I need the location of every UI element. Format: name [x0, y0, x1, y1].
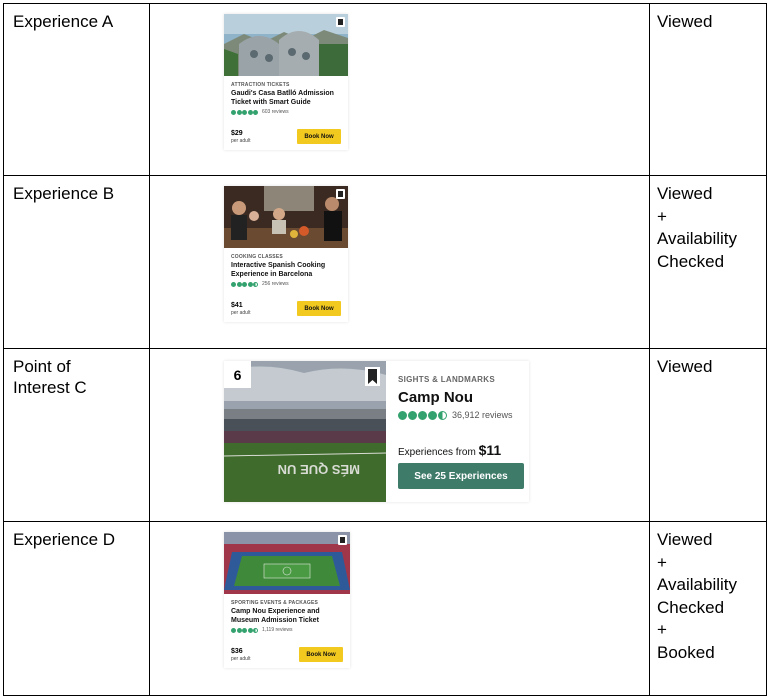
table-row: Experience B COOKING CLASSES Interactive… — [3, 175, 767, 349]
card-title[interactable]: Camp Nou Experience and Museum Admission… — [231, 608, 343, 625]
card-rating: 603 reviews — [231, 109, 341, 115]
experience-card[interactable]: COOKING CLASSES Interactive Spanish Cook… — [224, 186, 348, 322]
poi-photo[interactable]: MÉS QUE UN 6 — [224, 361, 386, 502]
card-category: SPORTING EVENTS & PACKAGES — [231, 600, 319, 606]
card-cell: ATTRACTION TICKETS Gaudi's Casa Batlló A… — [149, 3, 650, 176]
experience-card[interactable]: ATTRACTION TICKETS Gaudi's Casa Batlló A… — [224, 14, 348, 150]
status-line: Viewed — [657, 530, 713, 549]
rank-badge: 6 — [224, 361, 251, 388]
price-unit: per adult — [231, 310, 251, 316]
book-now-button[interactable]: Book Now — [297, 301, 341, 316]
status-line: Viewed — [657, 357, 713, 376]
price-unit: per adult — [231, 656, 251, 662]
book-now-button[interactable]: Book Now — [299, 647, 343, 662]
status-line: + — [657, 206, 667, 226]
status-cell: Viewed + Availability Checked + Booked — [649, 521, 767, 696]
cooking-class-photo — [224, 186, 348, 248]
card-price: $29 — [231, 130, 243, 137]
poi-name[interactable]: Camp Nou — [398, 389, 529, 406]
review-count[interactable]: 256 reviews — [262, 281, 289, 287]
card-rating: 1,119 reviews — [231, 627, 343, 633]
status-line: Checked — [657, 251, 725, 271]
bookmark-icon[interactable] — [365, 367, 380, 386]
table-row: Experience A ATTRACTION TICKETS Gaudi's … — [3, 3, 767, 176]
card-cell: MÉS QUE UN 6 SIGHTS & LANDMARKS Camp Nou — [149, 348, 650, 522]
bookmark-icon[interactable] — [338, 535, 347, 545]
comparison-table: Experience A ATTRACTION TICKETS Gaudi's … — [3, 3, 767, 696]
experience-photo[interactable] — [224, 14, 348, 76]
status-line: Booked — [657, 642, 715, 662]
status-cell: Viewed — [649, 348, 767, 522]
card-title[interactable]: Interactive Spanish Cooking Experience i… — [231, 262, 341, 279]
row-label-line: Point of — [13, 357, 71, 376]
card-cell: SPORTING EVENTS & PACKAGES Camp Nou Expe… — [149, 521, 650, 696]
card-price: $36 — [231, 648, 243, 655]
card-rating: 256 reviews — [231, 281, 341, 287]
experiences-from: Experiences from $11 — [398, 442, 529, 458]
table-row: Experience D SPORTING EVENTS & PACKAGES … — [3, 521, 767, 696]
svg-text:MÉS QUE UN: MÉS QUE UN — [278, 462, 360, 477]
rating-bubbles-icon — [231, 281, 259, 287]
poi-rating: 36,912 reviews — [398, 410, 529, 420]
point-of-interest-card[interactable]: MÉS QUE UN 6 SIGHTS & LANDMARKS Camp Nou — [224, 361, 529, 502]
status-line: Checked — [657, 597, 725, 617]
casa-batllo-photo — [224, 14, 348, 76]
status-line: Viewed — [657, 12, 713, 31]
experience-photo[interactable] — [224, 532, 350, 594]
card-category: ATTRACTION TICKETS — [231, 82, 290, 88]
row-label: Experience D — [3, 521, 150, 696]
poi-category: SIGHTS & LANDMARKS — [398, 375, 495, 384]
status-cell: Viewed + Availability Checked — [649, 175, 767, 349]
rating-bubbles-icon — [231, 109, 259, 115]
experience-card[interactable]: SPORTING EVENTS & PACKAGES Camp Nou Expe… — [224, 532, 350, 668]
status-line: Availability — [657, 575, 738, 594]
row-label-line: Interest C — [13, 378, 87, 397]
row-label: Point of Interest C — [3, 348, 150, 522]
card-category: COOKING CLASSES — [231, 254, 283, 260]
rating-bubbles-icon — [398, 410, 448, 420]
status-line: + — [657, 620, 667, 639]
card-cell: COOKING CLASSES Interactive Spanish Cook… — [149, 175, 650, 349]
book-now-button[interactable]: Book Now — [297, 129, 341, 144]
status-cell: Viewed — [649, 3, 767, 176]
row-label: Experience B — [3, 175, 150, 349]
card-price: $41 — [231, 302, 243, 309]
from-label: Experiences from — [398, 447, 476, 458]
row-label: Experience A — [3, 3, 150, 176]
stadium-photo — [224, 532, 350, 594]
status-line: Availability — [657, 229, 738, 248]
experience-photo[interactable] — [224, 186, 348, 248]
bookmark-icon[interactable] — [336, 17, 345, 27]
review-count[interactable]: 603 reviews — [262, 109, 289, 115]
review-count[interactable]: 1,119 reviews — [262, 627, 292, 633]
from-price: $11 — [478, 442, 502, 458]
status-line: + — [657, 552, 667, 572]
price-unit: per adult — [231, 138, 251, 144]
rating-bubbles-icon — [231, 627, 259, 633]
bookmark-icon[interactable] — [336, 189, 345, 199]
review-count[interactable]: 36,912 reviews — [452, 410, 513, 420]
card-title[interactable]: Gaudi's Casa Batlló Admission Ticket wit… — [231, 90, 341, 107]
see-experiences-button[interactable]: See 25 Experiences — [398, 463, 524, 489]
status-line: Viewed — [657, 184, 713, 203]
table-row: Point of Interest C MÉS QUE UN 6 SIGHTS … — [3, 348, 767, 522]
